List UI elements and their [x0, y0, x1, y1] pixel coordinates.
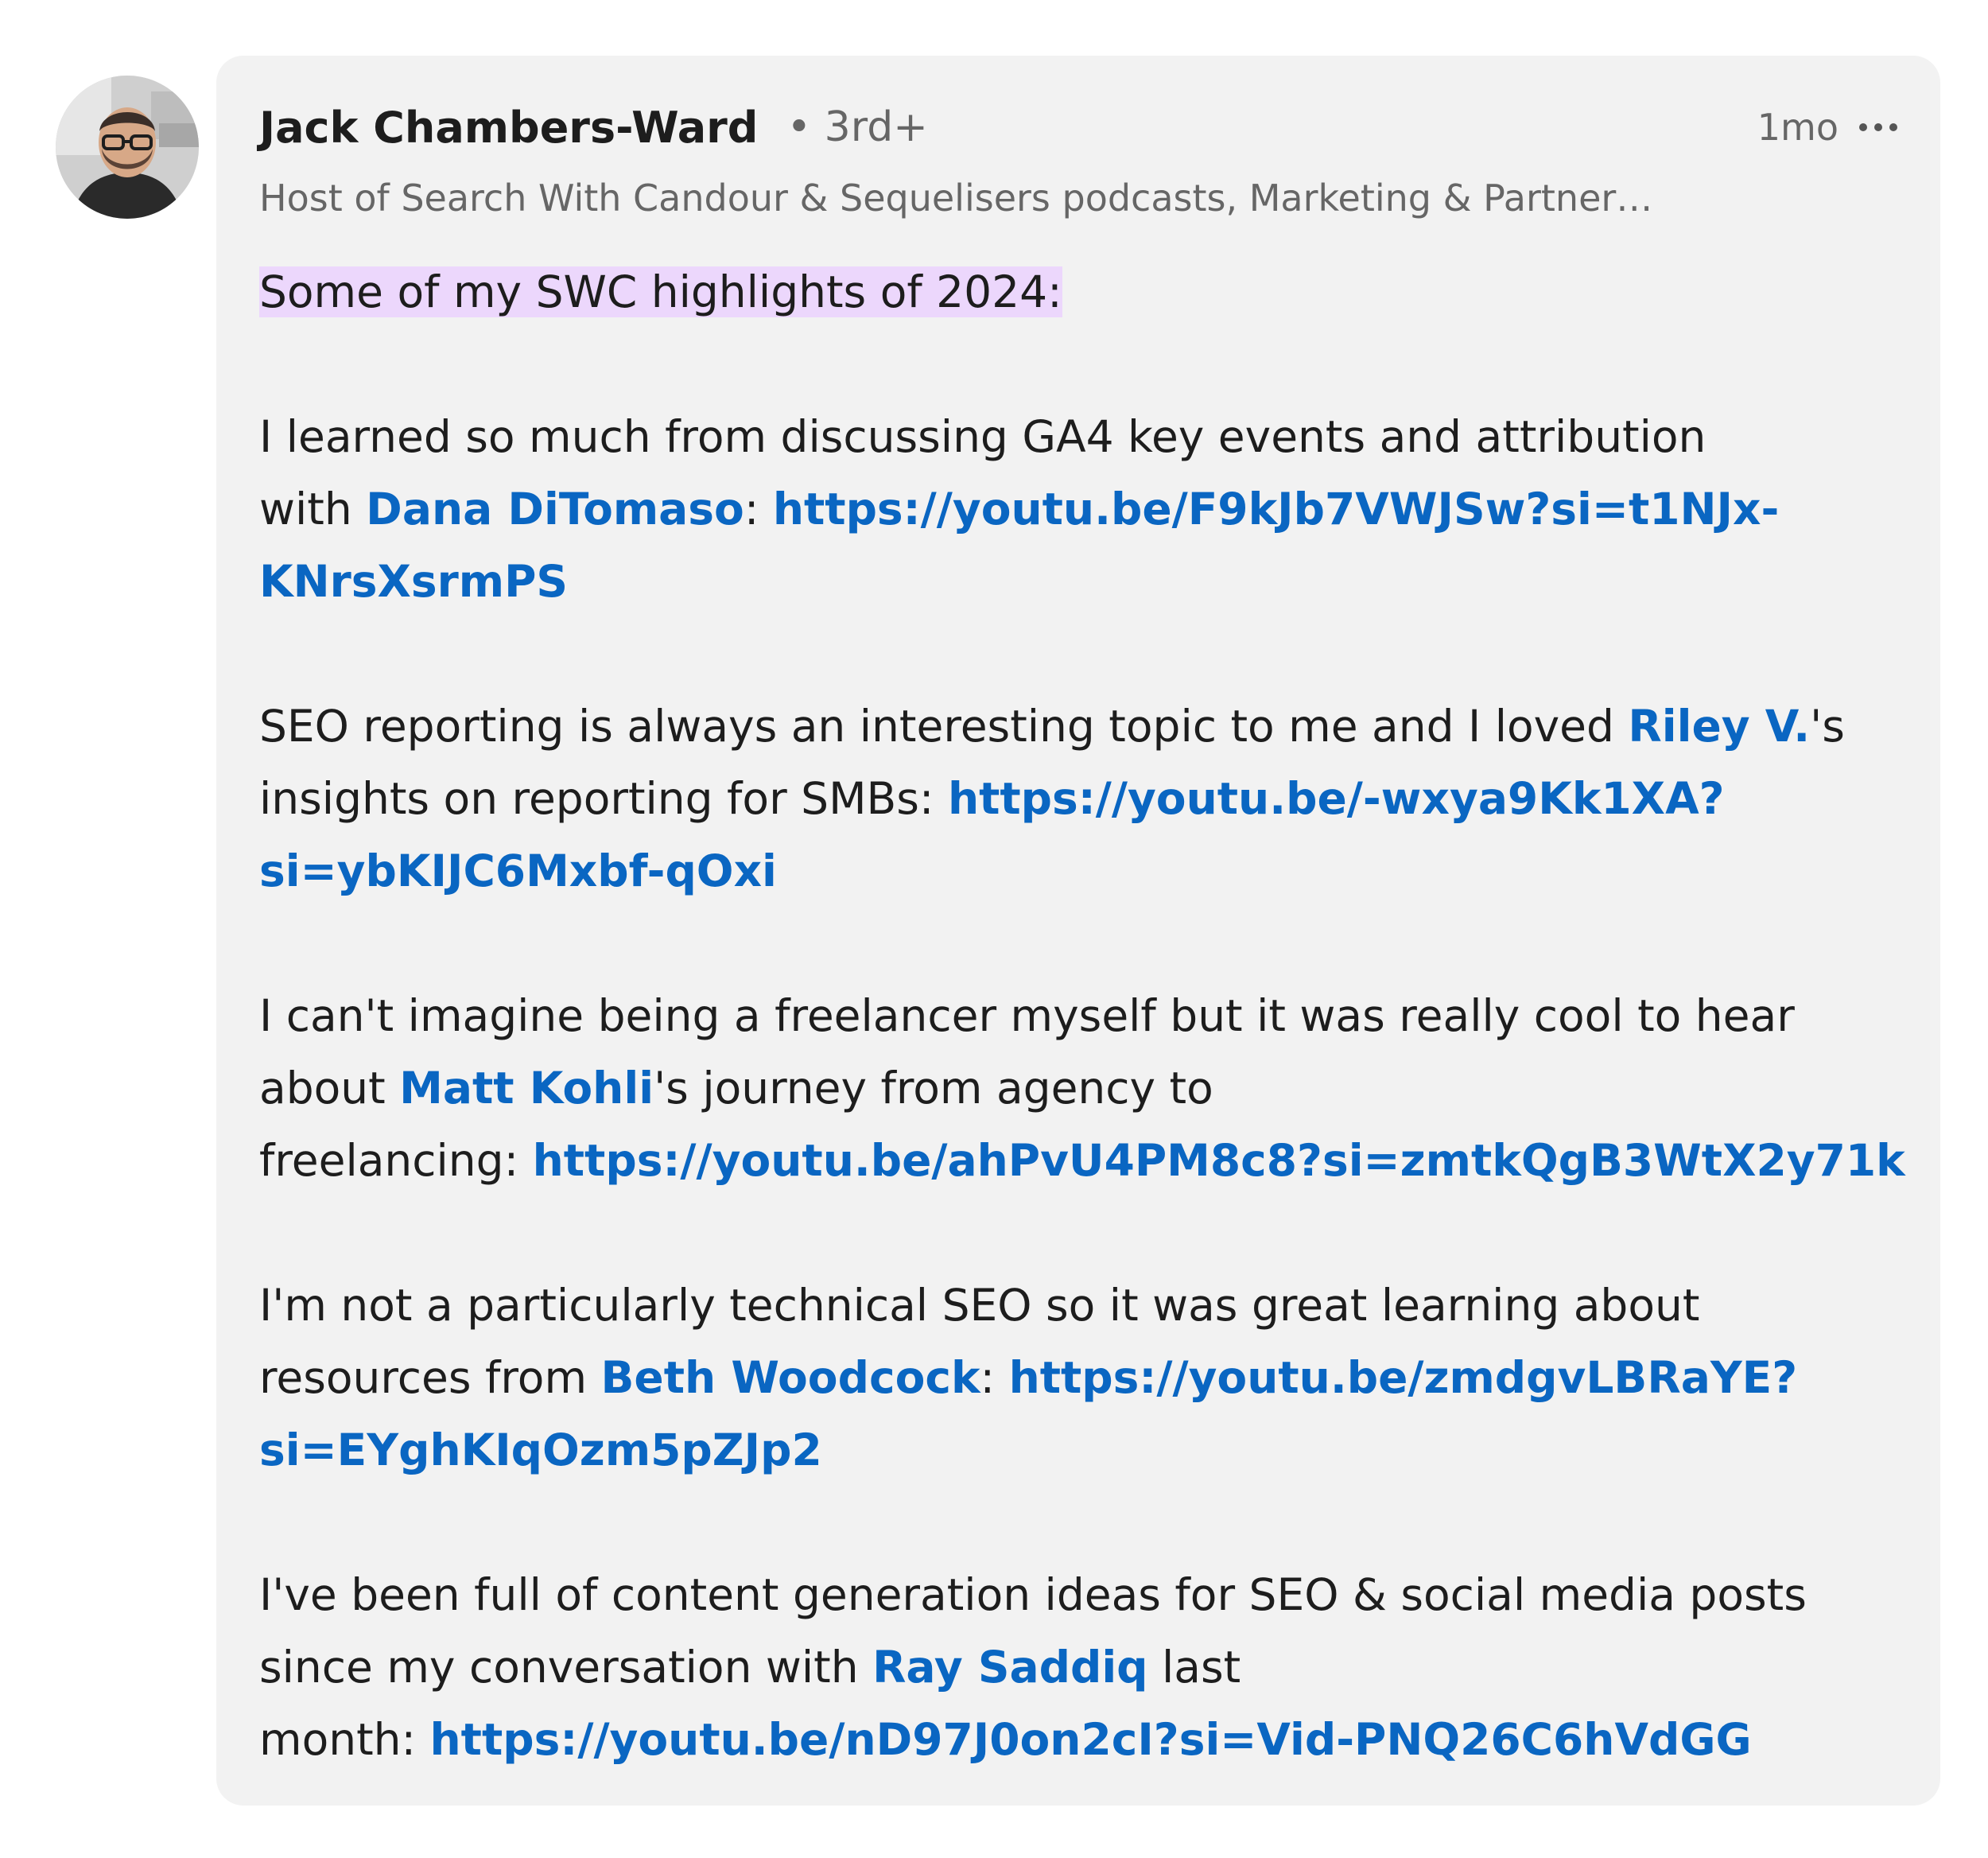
more-horizontal-icon — [1859, 123, 1867, 131]
post-intro-line: Some of my SWC highlights of 2024: — [259, 256, 1905, 328]
video-link-beth[interactable]: https://youtu.be/zmdgvLBRaYE? — [1009, 1352, 1798, 1403]
para2-line3: si=ybKIJC6Mxbf-qOxi — [259, 835, 1905, 908]
para4-separator: : — [980, 1352, 1009, 1403]
para2-line2: insights on reporting for SMBs: https://… — [259, 763, 1905, 835]
author-name[interactable]: Jack Chambers-Ward — [259, 103, 758, 153]
video-link-riley-cont[interactable]: si=ybKIJC6Mxbf-qOxi — [259, 845, 777, 896]
para2-text-post: 's — [1810, 701, 1845, 752]
para5-line2: since my conversation with Ray Saddiq la… — [259, 1631, 1905, 1704]
para5-text-3: month: — [259, 1714, 430, 1765]
para3-line1: I can't imagine being a freelancer mysel… — [259, 980, 1905, 1052]
para5-text-pre: since my conversation with — [259, 1642, 873, 1693]
para5-line1: I've been full of content generation ide… — [259, 1559, 1905, 1631]
para5-text-post: last — [1147, 1642, 1241, 1693]
mention-ray-saddiq[interactable]: Ray Saddiq — [872, 1642, 1147, 1693]
para5-text: I've been full of content generation ide… — [259, 1569, 1807, 1620]
para1-text: I learned so much from discussing GA4 ke… — [259, 411, 1706, 462]
mention-dana-ditomaso[interactable]: Dana DiTomaso — [366, 484, 744, 534]
connection-degree: • 3rd+ — [786, 103, 928, 151]
author-avatar[interactable] — [56, 76, 199, 219]
highlighted-text: Some of my SWC highlights of 2024: — [259, 266, 1062, 317]
post-header: Jack Chambers-Ward • 3rd+ — [259, 95, 928, 159]
para1-text-pre: with — [259, 484, 367, 534]
para2-line1: SEO reporting is always an interesting t… — [259, 690, 1905, 763]
video-link-beth-cont[interactable]: si=EYghKIqOzm5pZJp2 — [259, 1425, 822, 1475]
video-link-riley[interactable]: https://youtu.be/-wxya9Kk1XA? — [948, 773, 1725, 824]
video-link-ray[interactable]: https://youtu.be/nD97J0on2cI?si=Vid-PNQ2… — [430, 1714, 1752, 1765]
para3-text-post: 's journey from agency to — [654, 1063, 1213, 1114]
mention-riley-v[interactable]: Riley V. — [1628, 701, 1810, 752]
user-avatar-photo-icon — [56, 76, 199, 219]
para2-text-2: insights on reporting for SMBs: — [259, 773, 948, 824]
para3-text-3: freelancing: — [259, 1135, 533, 1186]
para1-line2: with Dana DiTomaso: https://youtu.be/F9k… — [259, 473, 1905, 546]
para4-line2: resources from Beth Woodcock: https://yo… — [259, 1342, 1905, 1414]
para4-line1: I'm not a particularly technical SEO so … — [259, 1269, 1905, 1342]
para2-text: SEO reporting is always an interesting t… — [259, 701, 1629, 752]
para3-text-pre: about — [259, 1063, 400, 1114]
more-options-button[interactable] — [1848, 95, 1908, 159]
video-link-matt[interactable]: https://youtu.be/ahPvU4PM8c8?si=zmtkQgB3… — [533, 1135, 1905, 1186]
post-body: Some of my SWC highlights of 2024: I lea… — [259, 256, 1905, 1776]
mention-matt-kohli[interactable]: Matt Kohli — [399, 1063, 654, 1114]
video-link-dana[interactable]: https://youtu.be/F9kJb7VWJSw?si=t1NJx- — [773, 484, 1779, 534]
para3-text: I can't imagine being a freelancer mysel… — [259, 990, 1795, 1041]
video-link-dana-cont[interactable]: KNrsXsrmPS — [259, 556, 568, 607]
para3-line3: freelancing: https://youtu.be/ahPvU4PM8c… — [259, 1125, 1905, 1197]
para3-line2: about Matt Kohli's journey from agency t… — [259, 1052, 1905, 1125]
post-card: Jack Chambers-Ward • 3rd+ 1mo Host of Se… — [216, 56, 1940, 1806]
author-headline: Host of Search With Candour & Sequeliser… — [259, 177, 1653, 220]
para1-line1: I learned so much from discussing GA4 ke… — [259, 401, 1905, 473]
para1-line3: KNrsXsrmPS — [259, 546, 1905, 618]
more-horizontal-icon-dot — [1874, 123, 1882, 131]
more-horizontal-icon-dot — [1889, 123, 1897, 131]
para1-separator: : — [744, 484, 773, 534]
post-timestamp: 1mo — [1757, 106, 1839, 149]
mention-beth-woodcock[interactable]: Beth Woodcock — [601, 1352, 980, 1403]
para4-line3: si=EYghKIqOzm5pZJp2 — [259, 1414, 1905, 1487]
para5-line3: month: https://youtu.be/nD97J0on2cI?si=V… — [259, 1704, 1905, 1776]
para4-text-pre: resources from — [259, 1352, 601, 1403]
para4-text: I'm not a particularly technical SEO so … — [259, 1280, 1700, 1331]
